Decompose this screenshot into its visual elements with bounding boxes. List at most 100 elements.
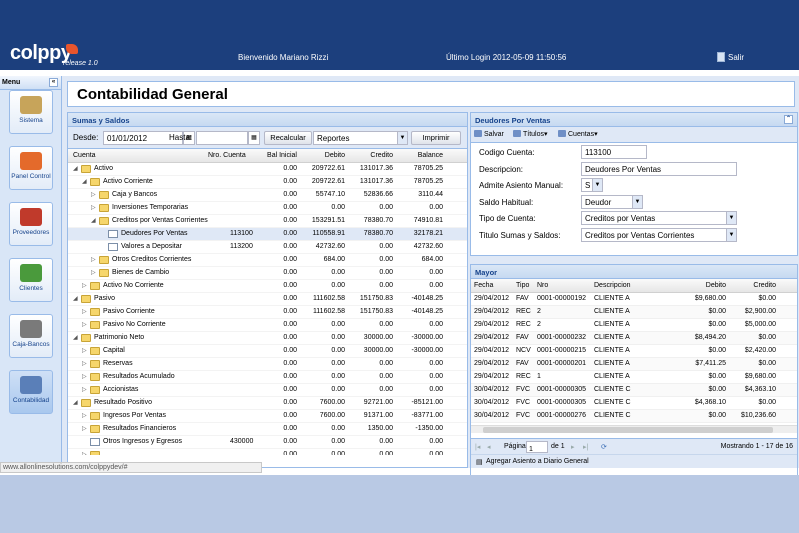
collapsed-arrow-icon[interactable]: ▷: [91, 269, 97, 277]
collapsed-arrow-icon[interactable]: ▷: [91, 204, 97, 212]
menu-button-0[interactable]: Sistema: [9, 90, 53, 134]
reportes-select[interactable]: Reportes ▼: [313, 131, 408, 145]
mayor-row[interactable]: 29/04/2012 NCV 0001-00000215 CLIENTE A $0.00…: [471, 345, 797, 358]
tree-row[interactable]: Otros Ingresos y Egresos 430000 0.00 0.00 0.…: [68, 436, 467, 449]
tree-row[interactable]: ▷ 0.00 0.00 0.00 0.00: [68, 449, 467, 455]
tree-row[interactable]: ▷ Resultados Acumulado 0.00 0.00 0.00 0.00: [68, 371, 467, 384]
col-mayor-credito[interactable]: Credito: [736, 282, 776, 289]
menu-button-4[interactable]: Caja-Bancos: [9, 314, 53, 358]
hasta-field[interactable]: [196, 131, 248, 145]
expanded-arrow-icon[interactable]: ◢: [82, 178, 88, 186]
tree-row[interactable]: ▷ Capital 0.00 0.00 30000.00 -30000.00: [68, 345, 467, 358]
mayor-row[interactable]: 30/04/2012 FVC 0001-00000305 CLIENTE C $0.00…: [471, 384, 797, 397]
col-balance[interactable]: Balance: [403, 152, 443, 159]
page-number-input[interactable]: 1: [526, 441, 548, 453]
mayor-row[interactable]: 29/04/2012 FAV 0001-00000201 CLIENTE A $7,41…: [471, 358, 797, 371]
last-page-icon[interactable]: ▸|: [583, 443, 588, 451]
col-credito[interactable]: Credito: [353, 152, 393, 159]
imprimir-button[interactable]: Imprimir: [411, 131, 461, 145]
tree-row[interactable]: ▷ Bienes de Cambio 0.00 0.00 0.00 0.00: [68, 267, 467, 280]
collapsed-arrow-icon[interactable]: ▷: [82, 373, 88, 381]
mayor-row[interactable]: 29/04/2012 REC 2 CLIENTE A $0.00 $5,000.00: [471, 319, 797, 332]
tree-row[interactable]: Valores a Depositar 113200 0.00 42732.60 0.0…: [68, 241, 467, 254]
tree-row[interactable]: ◢ Activo 0.00 209722.61 131017.36 78705.25: [68, 163, 467, 176]
collapse-up-icon[interactable]: ⌃: [784, 115, 793, 124]
col-debito[interactable]: Debito: [303, 152, 345, 159]
prev-page-icon[interactable]: ◂: [487, 443, 491, 451]
form-field-2[interactable]: S ▼: [581, 178, 603, 192]
tree-row[interactable]: ▷ Pasivo No Corriente 0.00 0.00 0.00 0.00: [68, 319, 467, 332]
account-name: Otros Creditos Corrientes: [112, 256, 192, 263]
col-fecha[interactable]: Fecha: [474, 282, 493, 289]
collapsed-arrow-icon[interactable]: ▷: [82, 425, 88, 433]
tree-row[interactable]: Deudores Por Ventas 113100 0.00 110558.91 78…: [68, 228, 467, 241]
expanded-arrow-icon[interactable]: ◢: [73, 295, 79, 303]
col-cuenta[interactable]: Cuenta: [73, 152, 96, 159]
collapsed-arrow-icon[interactable]: ▷: [82, 347, 88, 355]
mayor-row[interactable]: 29/04/2012 FAV 0001-00000192 CLIENTE A $9,68…: [471, 293, 797, 306]
col-nro-cuenta[interactable]: Nro. Cuenta: [208, 152, 246, 159]
mayor-row[interactable]: 29/04/2012 FAV 0001-00000232 CLIENTE A $8,49…: [471, 332, 797, 345]
first-page-icon[interactable]: |◂: [475, 443, 480, 451]
mayor-row[interactable]: 29/04/2012 REC 1 CLIENTE A $0.00 $9,680.00: [471, 371, 797, 384]
cuentas-menu-button[interactable]: Cuentas▾: [558, 130, 598, 138]
scrollbar-thumb[interactable]: [483, 427, 773, 433]
agregar-asiento-button[interactable]: ▤ Agregar Asiento a Diario General: [471, 454, 797, 468]
collapsed-arrow-icon[interactable]: ▷: [82, 308, 88, 316]
collapsed-arrow-icon[interactable]: ▷: [82, 282, 88, 290]
collapsed-arrow-icon[interactable]: ▷: [82, 451, 88, 455]
tree-row[interactable]: ◢ Activo Corriente 0.00 209722.61 131017.36 7…: [68, 176, 467, 189]
col-mayor-debito[interactable]: Debito: [686, 282, 726, 289]
menu-button-3[interactable]: Clientes: [9, 258, 53, 302]
mayor-row[interactable]: 29/04/2012 REC 2 CLIENTE A $0.00 $2,900.00: [471, 306, 797, 319]
hasta-calendar-icon[interactable]: ▦: [248, 131, 260, 145]
expanded-arrow-icon[interactable]: ◢: [91, 217, 97, 225]
form-field-0[interactable]: 113100: [581, 145, 647, 159]
salvar-button[interactable]: Salvar: [474, 130, 504, 138]
tree-row[interactable]: ▷ Ingresos Por Ventas 0.00 7600.00 91371.00 -…: [68, 410, 467, 423]
collapsed-arrow-icon[interactable]: ▷: [82, 321, 88, 329]
form-field-5[interactable]: Creditos por Ventas Corrientes ▼: [581, 227, 737, 242]
mayor-row[interactable]: 30/04/2012 FVC 0001-00000276 CLIENTE C $0.00…: [471, 410, 797, 423]
collapsed-arrow-icon[interactable]: ▷: [82, 412, 88, 420]
collapsed-arrow-icon[interactable]: ▷: [91, 191, 97, 199]
col-bal-inicial[interactable]: Bal Inicial: [253, 152, 297, 159]
cell-cred: 1350.00: [367, 425, 393, 432]
tree-row[interactable]: ◢ Resultado Positivo 0.00 7600.00 92721.00 -8…: [68, 397, 467, 410]
mayor-row[interactable]: 30/04/2012 FVC 0001-00000305 CLIENTE C $4,36…: [471, 397, 797, 410]
next-page-icon[interactable]: ▸: [571, 443, 575, 451]
tree-row[interactable]: ◢ Pasivo 0.00 111602.58 151750.83 -40148.25: [68, 293, 467, 306]
tree-row[interactable]: ▷ Caja y Bancos 0.00 55747.10 52836.66 3110.4…: [68, 189, 467, 202]
tree-row[interactable]: ▷ Accionistas 0.00 0.00 0.00 0.00: [68, 384, 467, 397]
form-field-3[interactable]: Deudor ▼: [581, 194, 643, 209]
refresh-icon[interactable]: ⟳: [601, 443, 607, 451]
menu-button-5[interactable]: Contabilidad: [9, 370, 53, 414]
tree-row[interactable]: ▷ Otros Creditos Corrientes 0.00 684.00 0.00…: [68, 254, 467, 267]
form-field-1[interactable]: Deudores Por Ventas: [581, 161, 737, 176]
recalcular-button[interactable]: Recalcular: [264, 131, 312, 145]
collapse-menu-button[interactable]: «: [49, 78, 58, 87]
collapsed-arrow-icon[interactable]: ▷: [91, 256, 97, 264]
collapsed-arrow-icon[interactable]: ▷: [82, 360, 88, 368]
mayor-cell-0: 29/04/2012: [474, 373, 510, 380]
tree-row[interactable]: ▷ Reservas 0.00 0.00 0.00 0.00: [68, 358, 467, 371]
expanded-arrow-icon[interactable]: ◢: [73, 399, 79, 407]
tree-row[interactable]: ◢ Patrimonio Neto 0.00 0.00 30000.00 -30000.0…: [68, 332, 467, 345]
tree-row[interactable]: ▷ Inversiones Temporarias 0.00 0.00 0.00 0.00: [68, 202, 467, 215]
horizontal-scrollbar[interactable]: [471, 425, 797, 433]
expanded-arrow-icon[interactable]: ◢: [73, 165, 79, 173]
col-nro[interactable]: Nro: [537, 282, 548, 289]
tree-row[interactable]: ▷ Activo No Corriente 0.00 0.00 0.00 0.00: [68, 280, 467, 293]
tree-row[interactable]: ▷ Resultados Financieros 0.00 0.00 1350.00 -1…: [68, 423, 467, 436]
col-tipo[interactable]: Tipo: [516, 282, 529, 289]
menu-button-2[interactable]: Proveedores: [9, 202, 53, 246]
tree-row[interactable]: ◢ Creditos por Ventas Corrientes 0.00 15329…: [68, 215, 467, 228]
col-descripcion[interactable]: Descripcion: [594, 282, 631, 289]
menu-button-1[interactable]: Panel Control: [9, 146, 53, 190]
form-field-4[interactable]: Creditos por Ventas ▼: [581, 211, 737, 225]
salir-button[interactable]: Salir: [717, 52, 744, 62]
expanded-arrow-icon[interactable]: ◢: [73, 334, 79, 342]
tree-row[interactable]: ▷ Pasivo Corriente 0.00 111602.58 151750.83 -…: [68, 306, 467, 319]
titulos-menu-button[interactable]: Títulos▾: [513, 130, 548, 138]
collapsed-arrow-icon[interactable]: ▷: [82, 386, 88, 394]
